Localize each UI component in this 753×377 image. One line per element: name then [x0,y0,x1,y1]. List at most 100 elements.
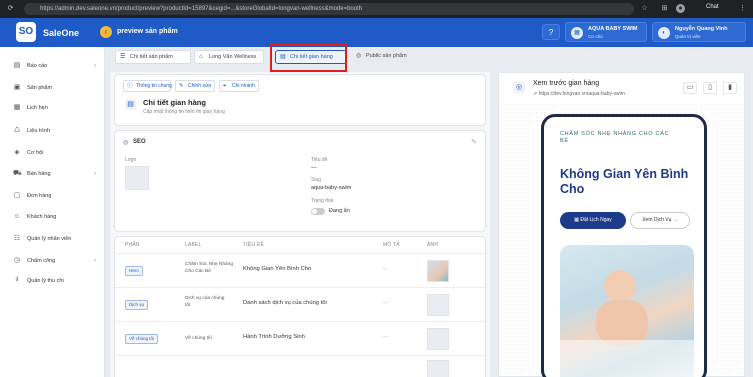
store-name: AQUA BABY SWIM [588,26,638,32]
user-name: Nguyễn Quang Vinh [675,26,728,32]
store-role: Cơ chủ [588,34,603,39]
sidebar: ▤ Báo cáo › ▣ Sản phẩm ▦ Lịch hẹn ♺ Liệu trình ◈ C… [0,47,105,377]
title-value: — [311,165,317,171]
address-bar[interactable]: https://admin.dev.saleone.vn/product/pre… [24,3,634,15]
sidebar-item-label: Sản phẩm [27,85,53,91]
row-title: Không Gian Yên Bình Cho [243,266,312,272]
sidebar-item[interactable]: ⛟ Bán hàng › [0,165,105,183]
order-icon: ▢ [13,192,21,199]
page-title: preview sản phẩm [117,28,178,35]
col-title: TIÊU ĐỀ [243,242,265,248]
section-subtitle: Cập nhật thông tin hiển thị gian hàng [143,109,225,115]
chevron-right-icon: › [94,63,96,69]
phone-mockup: CHĂM SÓC NHẸ NHÀNG CHO CÁC BÉ Không Gian… [541,114,707,377]
sidebar-item[interactable]: ▣ Sản phẩm [0,79,105,97]
finance-icon: ₫ [15,277,19,284]
baby-image-shape [604,270,636,302]
menu-dots-icon[interactable]: ⋮ [738,4,747,13]
sidebar-item-label: Lịch hẹn [27,105,48,111]
list-icon: ☰ [120,54,126,60]
tab-label: Chi tiết sản phẩm [130,54,173,60]
sidebar-item-label: Quản lý nhân viên [27,236,72,242]
mobile-view-icon[interactable]: ▮ [723,82,737,94]
book-now-button[interactable]: ▦ Đặt Lịch Ngay [560,212,626,229]
sidebar-item[interactable]: ◷ Chấm công › [0,252,105,270]
chat-label[interactable]: Chat [706,4,719,10]
customer-icon: ☺ [13,213,21,220]
tab-store-select[interactable]: ⌂ Long Vân Wellness [194,50,264,64]
col-image: ẢNH [427,242,439,248]
sidebar-item[interactable]: ▤ Báo cáo › [0,57,105,75]
sidebar-item[interactable]: ♺ Liệu trình [0,122,105,140]
edit-icon: ✎ [179,83,184,89]
seo-title: SEO [133,139,146,145]
staff-icon: ☷ [13,235,21,242]
subtab-general[interactable]: ⓘ Thông tin chung [123,80,172,92]
chevron-right-icon: › [94,171,96,177]
sidebar-item[interactable]: ☷ Quản lý nhân viên [0,230,105,248]
extensions-icon[interactable]: ⊞ [660,4,669,13]
store-icon: ⌂ [199,54,203,60]
user-menu[interactable]: ◐ Nguyễn Quang Vinh Quản trị viên [652,22,746,42]
tablet-view-icon[interactable]: ▯ [703,82,717,94]
row-label: Dịch vụ của chúng tôi [185,296,225,308]
brand-name: SaleOne [43,28,80,38]
tab-public-product[interactable]: ◎ Public sản phẩm [352,50,415,64]
sidebar-item-label: Chấm công [27,258,56,264]
browser-toolbar: ⟳ https://admin.dev.saleone.vn/product/p… [0,0,753,18]
part-badge: Về chúng tôi [125,334,159,344]
table-row[interactable]: Dịch vụ Dịch vụ của chúng tôi Danh sách … [115,287,487,321]
desktop-view-icon[interactable]: ▭ [683,82,697,94]
refresh-icon[interactable]: ⟳ [6,4,15,13]
status-toggle[interactable] [311,208,325,215]
row-image [427,360,449,377]
row-label: Chăm Sóc Nhẹ Nhàng Cho Các Bé [185,262,233,274]
table-row[interactable]: Về chúng tôi Về chúng tôi Hành Trình Dưỡ… [115,321,487,355]
tab-product-detail[interactable]: ☰ Chi tiết sản phẩm [115,50,191,64]
logo-placeholder [125,166,149,190]
hero-image [560,245,694,377]
sidebar-item-label: Khách hàng [27,214,57,220]
profile-icon[interactable]: ● [676,4,685,13]
subtab-label: Chỉnh sửa [188,83,212,89]
store-switcher[interactable]: ▦ AQUA BABY SWIM Cơ chủ [565,22,647,42]
sidebar-item-label: Cơ hội [27,150,44,156]
hero-headline: Không Gian Yên Bình Cho [560,167,689,196]
subtab-edit[interactable]: ✎ Chỉnh sửa [175,80,215,92]
tab-label: Long Vân Wellness [209,54,257,60]
section-header-card: ⓘ Thông tin chung ✎ Chỉnh sửa ⌖ Chi nhánh ▤… [114,74,486,126]
part-badge: Hero [125,266,143,276]
branch-icon: ⌖ [223,83,227,89]
row-image [427,328,449,350]
slug-label: Slug [311,177,322,183]
report-icon: ▤ [13,62,21,69]
subtab-branch[interactable]: ⌖ Chi nhánh [219,80,259,92]
sidebar-item-label: Báo cáo [27,63,48,69]
sidebar-item-label: Quản lý thu chi [27,278,64,284]
calendar-icon: ▦ [13,104,21,111]
logo-label: Logo [125,157,137,163]
sidebar-item-label: Liệu trình [27,128,50,134]
sidebar-item[interactable]: ☺ Khách hàng [0,208,105,226]
slug-value: aqua-baby-swim [311,185,352,191]
store-detail-icon: ▤ [125,99,136,110]
title-label: Tiêu đề [311,157,328,163]
status-label: Trạng thái [311,198,334,204]
sidebar-item[interactable]: ₫ Quản lý thu chi [0,272,105,290]
table-row[interactable] [115,355,487,377]
sidebar-item[interactable]: ◈ Cơ hội [0,144,105,162]
col-label: LABEL [185,242,202,248]
sidebar-item[interactable]: ▢ Đơn hàng [0,187,105,205]
view-services-button[interactable]: Xem Dịch Vụ → [630,212,690,229]
back-button[interactable]: ‹ [100,26,112,38]
preview-url[interactable]: ⇗ https://dev.longvan.vn/aqua-baby-swim [533,91,625,97]
help-button[interactable]: ? [542,24,560,40]
store-icon: ▦ [571,27,583,39]
subtab-label: Chi nhánh [232,83,255,89]
row-image [427,260,449,282]
sidebar-item[interactable]: ▦ Lịch hẹn [0,99,105,117]
star-icon[interactable]: ☆ [640,4,649,13]
edit-icon[interactable]: ✎ [471,138,477,146]
arrow-right-icon: → [672,217,678,223]
table-row[interactable]: Hero Chăm Sóc Nhẹ Nhàng Cho Các Bé Không… [115,253,487,287]
